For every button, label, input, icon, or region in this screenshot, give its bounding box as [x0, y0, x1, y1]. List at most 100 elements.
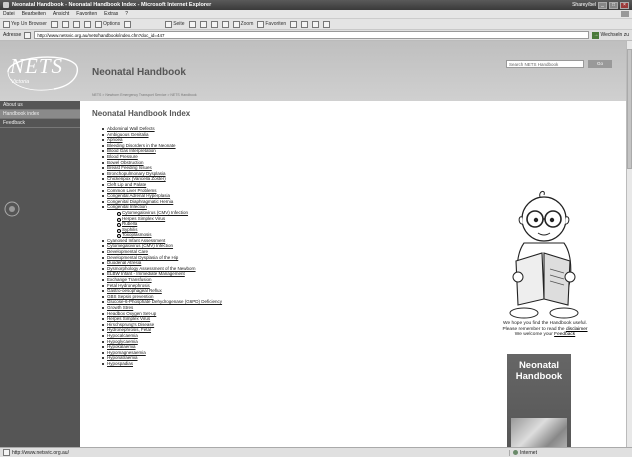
index-link[interactable]: Bronchopulmonary Dysplasia [107, 171, 166, 176]
index-link[interactable]: Fetal Hydronephrosis [107, 283, 150, 288]
nav-item-feedback[interactable]: Feedback [0, 119, 80, 128]
index-sublink[interactable]: Rubella [122, 221, 137, 226]
menu-view[interactable]: Ansicht [53, 11, 69, 17]
index-link[interactable]: Hypokalaemia [107, 344, 136, 349]
print-icon[interactable] [188, 20, 196, 28]
index-sublink[interactable]: Syphilis [122, 227, 138, 232]
book-cover-photo [511, 418, 567, 447]
index-link[interactable]: Hyponatraemia [107, 355, 138, 360]
scrollbar-thumb[interactable] [627, 49, 632, 169]
menu-favorites[interactable]: Favoriten [76, 11, 97, 17]
index-link[interactable]: Cyanosed Infant Assessment [107, 238, 165, 243]
toolbar-item-options[interactable]: Options [94, 20, 120, 28]
minimize-button[interactable]: _ [598, 1, 607, 9]
index-link[interactable]: Herpes Simplex Virus [107, 316, 150, 321]
go-button[interactable]: → Wechseln zu [592, 31, 629, 39]
forward-icon[interactable] [61, 20, 69, 28]
titlebar-right: Sharey/bel _ □ × [572, 1, 629, 9]
index-link[interactable]: Chickenpox (Varicella Zoster) [107, 176, 166, 181]
index-link[interactable]: Gastro-oesophageal Reflux [107, 288, 162, 293]
menu-tools[interactable]: Extras [104, 11, 118, 17]
research-icon[interactable] [312, 20, 320, 28]
vertical-scrollbar[interactable] [626, 41, 632, 447]
reading-baby-illustration [509, 190, 579, 319]
index-link[interactable]: Hypospadias [107, 361, 133, 366]
index-link[interactable]: Bleeding Disorders in the Neonate [107, 143, 176, 148]
index-link[interactable]: Congenital Infection [107, 204, 147, 209]
index-link[interactable]: Congenital Adrenal Hyperplasia [107, 193, 170, 198]
nav-item-about[interactable]: About us [0, 101, 80, 110]
status-url: http://www.netsvic.org.au/ [12, 449, 69, 456]
toolbar-item-favorites[interactable]: Favoriten [257, 20, 286, 28]
index-link[interactable]: Hypomagnesaemia [107, 350, 146, 355]
zone-label: Internet [520, 449, 537, 456]
menu-file[interactable]: Datei [3, 11, 15, 17]
refresh-icon[interactable] [83, 20, 91, 28]
index-link[interactable]: ELBW Infant - Immediate Management [107, 271, 185, 276]
index-link[interactable]: Hydronephrosis, Fetal [107, 327, 151, 332]
back-icon[interactable] [50, 20, 58, 28]
menu-help[interactable]: ? [125, 11, 128, 17]
index-link[interactable]: Cleft Lip and Palate [107, 182, 146, 187]
mail-icon[interactable] [199, 20, 207, 28]
internet-globe-icon [513, 450, 518, 455]
index-link[interactable]: Growth Stres [107, 305, 133, 310]
index-link[interactable]: Congenital Diaphragmatic Hernia [107, 199, 173, 204]
index-link[interactable]: Ambiguous Genitalia [107, 132, 149, 137]
index-link[interactable]: Cytomegalovirus (CMV) Infection [107, 243, 173, 248]
history-icon[interactable] [210, 20, 218, 28]
address-bar: Adresse →Wechseln zu [0, 30, 632, 41]
toolbar-item-browser[interactable]: Yep Un Browser [3, 20, 47, 28]
index-link[interactable]: Abdominal Wall Defects [107, 126, 155, 131]
index-link[interactable]: Dysmorphology Assessment of the Newborn [107, 266, 196, 271]
edit-icon[interactable] [221, 20, 229, 28]
nets-logo[interactable]: NETS Victoria [4, 51, 80, 93]
disclaimer-link[interactable]: disclaimer [566, 327, 588, 332]
index-link[interactable]: Headbox Oxygen Set-up [107, 311, 156, 316]
index-link[interactable]: Hypoglycaemia [107, 339, 138, 344]
home-icon[interactable] [124, 20, 132, 28]
index-link[interactable]: Duodenal Atresia [107, 260, 141, 265]
maximize-button[interactable]: □ [609, 1, 618, 9]
index-sublink[interactable]: Toxoplasmosis [122, 232, 152, 237]
site-search-button[interactable]: Go [588, 60, 612, 68]
index-link[interactable]: Exchange Transfusion [107, 277, 152, 282]
messenger-icon[interactable] [301, 20, 309, 28]
page-favicon-icon [24, 31, 32, 39]
discuss-icon[interactable] [323, 20, 331, 28]
index-link[interactable]: Breast Feeding Issues [107, 165, 152, 170]
page-viewport: NETS Victoria Neonatal Handbook NETS > N… [0, 41, 626, 447]
index-link[interactable]: Bowel Obstruction [107, 160, 144, 165]
index-link[interactable]: Common Liver Problems [107, 188, 157, 193]
index-sublink[interactable]: Cytomegalovirus (CMV) Infection [122, 210, 188, 215]
welcome-message: We hope you find the Handbook useful. Pl… [470, 321, 620, 338]
index-link[interactable]: GBS Sepsis prevention [107, 294, 154, 299]
browser-toolbar: Yep Un Browser Options Seite Zoom Favori… [0, 19, 632, 30]
index-link[interactable]: Blood Pressure [107, 154, 138, 159]
address-label: Adresse [3, 32, 22, 38]
index-link[interactable]: Apnoea [107, 137, 123, 142]
toolbar-item-page[interactable]: Seite [165, 20, 185, 28]
index-link[interactable]: Blood Gas Interpretation [107, 148, 156, 153]
index-sublink[interactable]: Herpes Simplex Virus [122, 216, 165, 221]
address-input[interactable] [34, 31, 590, 39]
close-button[interactable]: × [620, 1, 629, 9]
index-link[interactable]: Hypocalcaemia [107, 333, 138, 338]
stop-icon[interactable] [72, 20, 80, 28]
media-icon[interactable] [290, 20, 298, 28]
index-sublist: Cytomegalovirus (CMV) Infection Herpes Si… [107, 210, 472, 238]
index-link[interactable]: Glucose-6-Phosphate Dehydrogenase (G6PD)… [107, 299, 222, 304]
index-list-item: Congenital Infection Cytomegalovirus (CMV… [102, 204, 472, 238]
index-link[interactable]: Developmental Care [107, 249, 148, 254]
index-link[interactable]: Hirschsprung's Disease [107, 322, 154, 327]
site-search-input[interactable] [506, 60, 584, 68]
index-link[interactable]: Developmental Dysplasia of the Hip [107, 255, 178, 260]
toolbar-item-zoom[interactable]: Zoom [232, 20, 253, 28]
zoom-icon [232, 20, 240, 28]
windows-flag-icon [621, 11, 629, 17]
nav-item-handbook-index[interactable]: Handbook index [0, 110, 80, 119]
handbook-cover-image[interactable]: Neonatal Handbook [507, 354, 571, 447]
feedback-link[interactable]: Feedback [554, 332, 575, 337]
page-icon [165, 20, 173, 28]
menu-edit[interactable]: Bearbeiten [22, 11, 46, 17]
